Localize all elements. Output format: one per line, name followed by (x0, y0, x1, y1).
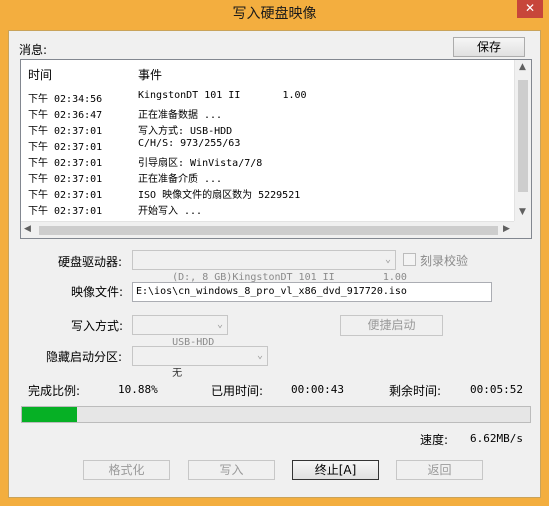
log-time: 下午 02:37:01 (28, 190, 103, 201)
write-method-select: USB-HDD ⌄ (132, 315, 228, 348)
log-row[interactable]: 下午 02:37:01 写入方式: USB-HDD (21, 122, 515, 138)
window-title: 写入硬盘映像 (232, 6, 317, 22)
scroll-corner (514, 221, 531, 238)
log-event: 写入方式: USB-HDD (138, 126, 233, 137)
dialog-body: 消息: 保存 时间 事件 下午 02:34:56 KingstonDT 101 I… (8, 30, 541, 498)
quick-boot-button: 便捷启动 (340, 315, 443, 336)
save-button[interactable]: 保存 (453, 37, 525, 57)
log-row[interactable]: 下午 02:37:01 开始写入 ... (21, 202, 515, 218)
log-event: KingstonDT 101 II 1.00 (138, 90, 307, 101)
log-row[interactable]: 下午 02:37:01 引导扇区: WinVista/7/8 (21, 154, 515, 170)
remaining-value: 00:05:52 (470, 383, 523, 396)
vertical-scrollbar[interactable]: ▲ ▼ (514, 60, 531, 222)
drive-select: (D:, 8 GB)KingstonDT 101 II 1.00 ⌄ (132, 250, 407, 283)
speed-value: 6.62MB/s (470, 432, 523, 445)
log-row[interactable]: 下午 02:34:56 KingstonDT 101 II 1.00 (21, 90, 515, 106)
log-row[interactable]: 下午 02:36:47 正在准备数据 ... (21, 106, 515, 122)
log-row[interactable]: 下午 02:37:01 正在准备介质 ... (21, 170, 515, 186)
hidden-partition-label: 隐藏启动分区: (46, 350, 123, 364)
hidden-partition-select: 无 ⌄ (132, 346, 268, 379)
log-row[interactable]: 下午 02:37:01 C/H/S: 973/255/63 (21, 138, 515, 154)
message-log[interactable]: 时间 事件 下午 02:34:56 KingstonDT 101 II 1.00 下… (20, 59, 532, 239)
format-button: 格式化 (83, 460, 170, 480)
completed-value: 10.88% (118, 383, 158, 396)
progress-bar (21, 406, 531, 423)
back-button: 返回 (396, 460, 483, 480)
log-event: C/H/S: 973/255/63 (138, 138, 241, 149)
log-time: 下午 02:37:01 (28, 206, 103, 217)
column-event[interactable]: 事件 (138, 66, 162, 83)
log-time: 下午 02:34:56 (28, 94, 103, 105)
remaining-label: 剩余时间: (389, 384, 442, 398)
log-time: 下午 02:37:01 (28, 174, 103, 185)
write-method-label: 写入方式: (71, 319, 124, 333)
horizontal-scrollbar[interactable]: ◀ ▶ (21, 221, 515, 238)
elapsed-value: 00:00:43 (291, 383, 344, 396)
abort-button[interactable]: 终止[A] (292, 460, 379, 480)
log-event: ISO 映像文件的扇区数为 5229521 (138, 190, 301, 201)
scroll-left-icon[interactable]: ◀ (24, 224, 31, 234)
elapsed-label: 已用时间: (211, 384, 264, 398)
log-time: 下午 02:37:01 (28, 126, 103, 137)
progress-fill (22, 407, 78, 422)
speed-label: 速度: (420, 433, 449, 447)
close-button[interactable]: ✕ (517, 0, 543, 18)
scroll-up-icon[interactable]: ▲ (519, 62, 526, 72)
log-time: 下午 02:36:47 (28, 110, 103, 121)
log-time: 下午 02:37:01 (28, 158, 103, 169)
verify-label: 刻录校验 (420, 254, 469, 268)
image-file-label: 映像文件: (71, 285, 124, 299)
write-disk-image-window: 写入硬盘映像 ✕ 消息: 保存 时间 事件 下午 02:34:56 Kingsto… (0, 0, 549, 506)
completed-label: 完成比例: (28, 384, 81, 398)
log-event: 正在准备介质 ... (138, 174, 223, 185)
scroll-thumb[interactable] (518, 80, 528, 192)
title-bar[interactable]: 写入硬盘映像 ✕ (0, 0, 549, 24)
log-event: 引导扇区: WinVista/7/8 (138, 158, 263, 169)
log-row[interactable]: 下午 02:37:01 ISO 映像文件的扇区数为 5229521 (21, 186, 515, 202)
drive-label: 硬盘驱动器: (58, 255, 123, 269)
chevron-down-icon: ⌄ (384, 254, 391, 265)
hscroll-thumb[interactable] (39, 226, 498, 235)
chevron-down-icon: ⌄ (216, 319, 223, 330)
image-file-field[interactable]: E:\ios\cn_windows_8_pro_vl_x86_dvd_91772… (132, 282, 492, 302)
log-time: 下午 02:37:01 (28, 142, 103, 153)
chevron-down-icon: ⌄ (256, 350, 263, 361)
verify-checkbox (403, 253, 416, 266)
scroll-right-icon[interactable]: ▶ (503, 224, 510, 234)
hidden-partition-value: 无 (172, 368, 183, 379)
messages-label: 消息: (19, 43, 48, 57)
log-header: 时间 事件 (21, 60, 515, 84)
log-event: 开始写入 ... (138, 206, 203, 217)
write-button: 写入 (188, 460, 275, 480)
log-event: 正在准备数据 ... (138, 110, 223, 121)
scroll-down-icon[interactable]: ▼ (519, 207, 526, 217)
column-time[interactable]: 时间 (28, 66, 52, 83)
